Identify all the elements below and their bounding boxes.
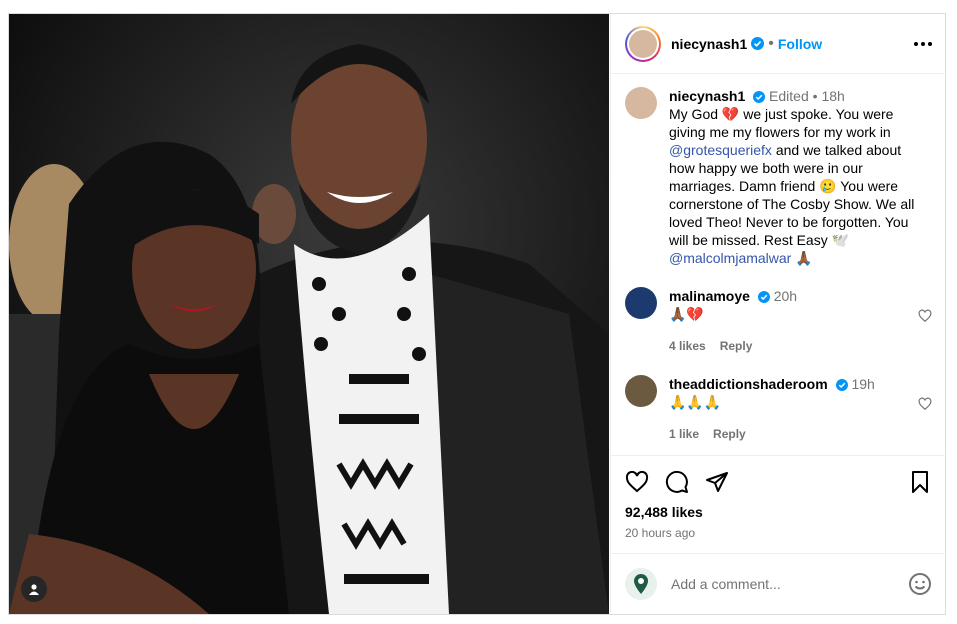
post-actions: 92,488 likes 20 hours ago: [611, 455, 946, 553]
comment-avatar[interactable]: [625, 375, 657, 407]
caption-separator: •: [812, 88, 818, 104]
comment-avatar[interactable]: [625, 287, 657, 319]
comment-username[interactable]: theaddictionshaderoom: [669, 376, 828, 392]
comment-likes[interactable]: 1 like: [669, 427, 699, 441]
more-options-button[interactable]: [914, 41, 932, 46]
author-username[interactable]: niecynash1: [671, 36, 747, 52]
emoji-icon[interactable]: [908, 572, 932, 596]
post-photo[interactable]: [9, 14, 609, 614]
edited-label: Edited: [769, 88, 809, 104]
comment-item: theaddictionshaderoom 19h 🙏🙏🙏 1 like Repl…: [625, 375, 932, 443]
post-side-panel: niecynash1 • Follow niecynash1 Edited • …: [610, 14, 946, 614]
comment-time[interactable]: 19h: [851, 376, 874, 392]
instagram-post-card: niecynash1 • Follow niecynash1 Edited • …: [8, 13, 946, 615]
caption: niecynash1 Edited • 18h My God 💔 we just…: [625, 87, 932, 267]
comment-input[interactable]: Add a comment...: [671, 576, 781, 592]
photo-illustration: [9, 14, 609, 614]
caption-text: My God 💔 we just spoke. You were giving …: [669, 106, 915, 266]
post-age[interactable]: 20 hours ago: [625, 526, 932, 540]
verified-icon: [835, 379, 848, 391]
mention-link[interactable]: @malcolmjamalwar: [669, 250, 791, 266]
comment-text: 🙏🏾💔: [669, 306, 704, 322]
follow-button[interactable]: Follow: [778, 36, 822, 52]
avatar: [629, 29, 657, 58]
reply-button[interactable]: Reply: [713, 427, 746, 441]
location-pin-icon: [634, 574, 648, 594]
comments-list[interactable]: niecynash1 Edited • 18h My God 💔 we just…: [611, 75, 946, 455]
comment-text: 🙏🙏🙏: [669, 394, 722, 410]
comment-item: malinamoye 20h 🙏🏾💔 4 likes Reply: [625, 287, 932, 355]
header-separator: •: [768, 34, 774, 52]
share-icon[interactable]: [705, 470, 729, 494]
current-user-avatar: [625, 568, 657, 600]
bookmark-icon[interactable]: [908, 470, 932, 494]
caption-time[interactable]: 18h: [821, 88, 844, 104]
comment-time[interactable]: 20h: [774, 288, 797, 304]
reply-button[interactable]: Reply: [720, 339, 753, 353]
verified-icon: [751, 37, 765, 50]
comment-likes[interactable]: 4 likes: [669, 339, 706, 353]
like-button heart-icon[interactable]: [625, 470, 649, 494]
story-ring[interactable]: [625, 25, 661, 62]
caption-username[interactable]: niecynash1: [669, 88, 745, 104]
comment-icon[interactable]: [665, 470, 689, 494]
user-tag-button[interactable]: [21, 576, 47, 602]
post-header: niecynash1 • Follow: [611, 14, 946, 74]
comment-composer: Add a comment...: [611, 553, 946, 614]
verified-icon: [753, 91, 766, 103]
comment-username[interactable]: malinamoye: [669, 288, 750, 304]
heart-icon[interactable]: [918, 397, 932, 411]
heart-icon[interactable]: [918, 309, 932, 323]
verified-icon: [757, 291, 770, 303]
mention-link[interactable]: @grotesqueriefx: [669, 142, 772, 158]
caption-avatar[interactable]: [625, 87, 657, 119]
user-tag-icon: [29, 584, 39, 595]
more-icon: [914, 41, 918, 46]
likes-count[interactable]: 92,488 likes: [625, 504, 932, 520]
